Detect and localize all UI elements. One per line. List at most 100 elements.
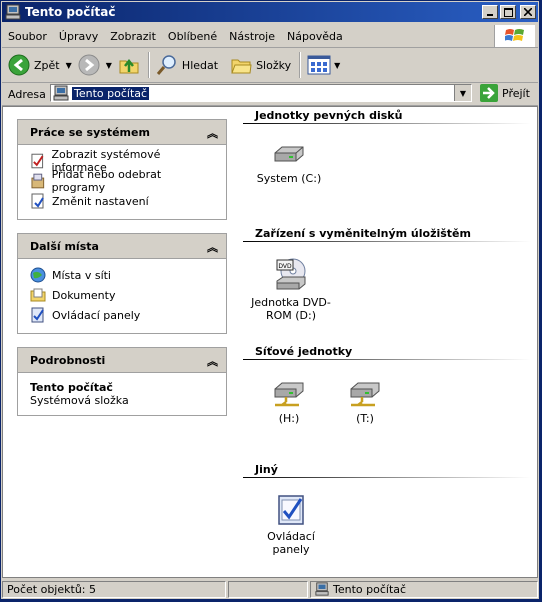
forward-arrow-icon bbox=[78, 54, 100, 76]
folder-icon bbox=[231, 59, 252, 74]
menu-tools[interactable]: Nástroje bbox=[223, 30, 281, 43]
window-title: Tento počítač bbox=[25, 5, 116, 19]
network-drive-icon bbox=[274, 382, 304, 407]
system-info-icon bbox=[31, 153, 44, 169]
other-places-panel: Další místa ︽ Místa v síti Dokumenty Ovl… bbox=[17, 233, 227, 334]
drive-d[interactable]: DVD Jednotka DVD-ROM (D:) bbox=[249, 257, 333, 322]
add-remove-programs-icon bbox=[31, 173, 45, 189]
go-button[interactable]: Přejít bbox=[480, 84, 530, 102]
items-view: Jednotky pevných disků System (C:) Zaříz… bbox=[241, 107, 537, 577]
minimize-button[interactable] bbox=[482, 5, 498, 19]
up-folder-button[interactable] bbox=[118, 54, 140, 76]
group-header: Zařízení s vyměnitelným úložištěm bbox=[255, 227, 471, 240]
control-panel-icon bbox=[278, 495, 304, 525]
dvd-drive-icon: DVD bbox=[276, 258, 306, 290]
go-label: Přejít bbox=[502, 86, 530, 100]
other-places-title: Další místa bbox=[30, 239, 99, 253]
address-dropdown-button[interactable]: ▼ bbox=[454, 85, 471, 101]
task-change-settings[interactable]: Změnit nastavení bbox=[30, 191, 214, 211]
system-tasks-panel: Práce se systémem ︽ Zobrazit systémové i… bbox=[17, 119, 227, 220]
go-arrow-icon bbox=[480, 84, 498, 102]
group-header: Jiný bbox=[255, 463, 278, 476]
back-label: Zpět bbox=[34, 58, 60, 72]
documents-folder-icon bbox=[30, 288, 46, 302]
place-network[interactable]: Místa v síti bbox=[30, 265, 214, 285]
status-empty bbox=[228, 580, 308, 598]
group-divider bbox=[243, 477, 531, 478]
control-panel-item[interactable]: Ovládací panely bbox=[251, 493, 331, 556]
details-item-name: Tento počítač bbox=[30, 381, 113, 394]
address-field[interactable]: Tento počítač ▼ bbox=[50, 84, 472, 102]
task-add-remove-programs[interactable]: Přidat nebo odebrat programy bbox=[30, 168, 214, 194]
address-label: Adresa bbox=[8, 87, 46, 101]
views-button[interactable]: ▼ bbox=[307, 55, 340, 75]
status-bar: Počet objektů: 5 Tento počítač bbox=[2, 579, 538, 599]
status-count: Počet objektů: 5 bbox=[2, 580, 226, 598]
menu-help[interactable]: Nápověda bbox=[281, 30, 349, 43]
maximize-button[interactable] bbox=[500, 5, 516, 19]
details-item-type: Systémová složka bbox=[30, 394, 129, 407]
menu-edit[interactable]: Úpravy bbox=[53, 30, 104, 43]
task-pane: Práce se systémem ︽ Zobrazit systémové i… bbox=[3, 107, 235, 577]
toolbar: Zpět ▼ ▼ Hledat Složky ▼ bbox=[2, 48, 538, 83]
computer-icon bbox=[5, 4, 21, 20]
network-drive-icon bbox=[350, 382, 380, 407]
back-arrow-icon bbox=[8, 54, 30, 76]
forward-dropdown-icon[interactable]: ▼ bbox=[106, 61, 112, 70]
group-divider bbox=[243, 241, 531, 242]
place-documents[interactable]: Dokumenty bbox=[30, 285, 214, 305]
group-other: Jiný Ovládací panely bbox=[241, 463, 531, 556]
toolbar-separator bbox=[299, 52, 302, 78]
explorer-window: Tento počítač Soubor Úpravy Zobrazit Obl… bbox=[0, 0, 540, 600]
details-header[interactable]: Podrobnosti ︽ bbox=[18, 348, 226, 373]
back-button[interactable]: Zpět ▼ bbox=[8, 54, 72, 76]
collapse-chevron-icon[interactable]: ︽ bbox=[207, 239, 218, 255]
forward-button[interactable]: ▼ bbox=[78, 54, 112, 76]
menu-bar: Soubor Úpravy Zobrazit Oblíbené Nástroje… bbox=[2, 25, 538, 48]
close-button[interactable] bbox=[520, 5, 536, 19]
title-bar[interactable]: Tento počítač bbox=[2, 2, 538, 22]
back-dropdown-icon[interactable]: ▼ bbox=[66, 61, 72, 70]
windows-flag-icon bbox=[505, 29, 524, 41]
windows-logo bbox=[494, 25, 535, 47]
control-panel-icon bbox=[31, 307, 44, 323]
group-header: Jednotky pevných disků bbox=[255, 109, 403, 122]
views-icon bbox=[307, 55, 331, 75]
menu-file[interactable]: Soubor bbox=[2, 30, 53, 43]
menu-favorites[interactable]: Oblíbené bbox=[162, 30, 223, 43]
folders-button[interactable]: Složky bbox=[230, 54, 291, 76]
group-removable: Zařízení s vyměnitelným úložištěm DVD Je… bbox=[241, 227, 531, 322]
drive-c[interactable]: System (C:) bbox=[249, 143, 329, 185]
hard-drive-icon bbox=[274, 146, 304, 162]
network-globe-icon bbox=[30, 267, 46, 283]
views-dropdown-icon[interactable]: ▼ bbox=[334, 61, 340, 70]
folders-label: Složky bbox=[256, 58, 292, 72]
group-divider bbox=[243, 359, 531, 360]
computer-icon bbox=[315, 582, 329, 596]
svg-text:DVD: DVD bbox=[278, 263, 292, 270]
maximize-icon bbox=[503, 7, 513, 17]
search-button[interactable]: Hledat bbox=[156, 54, 218, 76]
control-panel-label: Ovládací panely bbox=[267, 530, 315, 556]
drive-h-label: (H:) bbox=[278, 412, 300, 425]
computer-icon bbox=[53, 85, 69, 101]
collapse-chevron-icon[interactable]: ︽ bbox=[207, 125, 218, 141]
drive-c-label: System (C:) bbox=[256, 172, 322, 185]
system-tasks-header[interactable]: Práce se systémem ︽ bbox=[18, 120, 226, 145]
group-hard-drives: Jednotky pevných disků System (C:) bbox=[241, 109, 531, 185]
menu-view[interactable]: Zobrazit bbox=[104, 30, 162, 43]
drive-d-label: Jednotka DVD-ROM (D:) bbox=[251, 296, 331, 322]
minimize-icon bbox=[487, 14, 493, 16]
settings-icon bbox=[31, 193, 44, 209]
place-control-panel[interactable]: Ovládací panely bbox=[30, 305, 214, 325]
close-icon bbox=[524, 8, 532, 16]
search-icon bbox=[156, 55, 176, 75]
details-panel: Podrobnosti ︽ Tento počítač Systémová sl… bbox=[17, 347, 227, 416]
collapse-chevron-icon[interactable]: ︽ bbox=[207, 353, 218, 369]
other-places-header[interactable]: Další místa ︽ bbox=[18, 234, 226, 259]
group-divider bbox=[243, 123, 531, 124]
group-header: Síťové jednotky bbox=[255, 345, 353, 358]
drive-t[interactable]: (T:) bbox=[325, 379, 405, 425]
search-label: Hledat bbox=[181, 58, 219, 72]
drive-h[interactable]: (H:) bbox=[249, 379, 329, 425]
